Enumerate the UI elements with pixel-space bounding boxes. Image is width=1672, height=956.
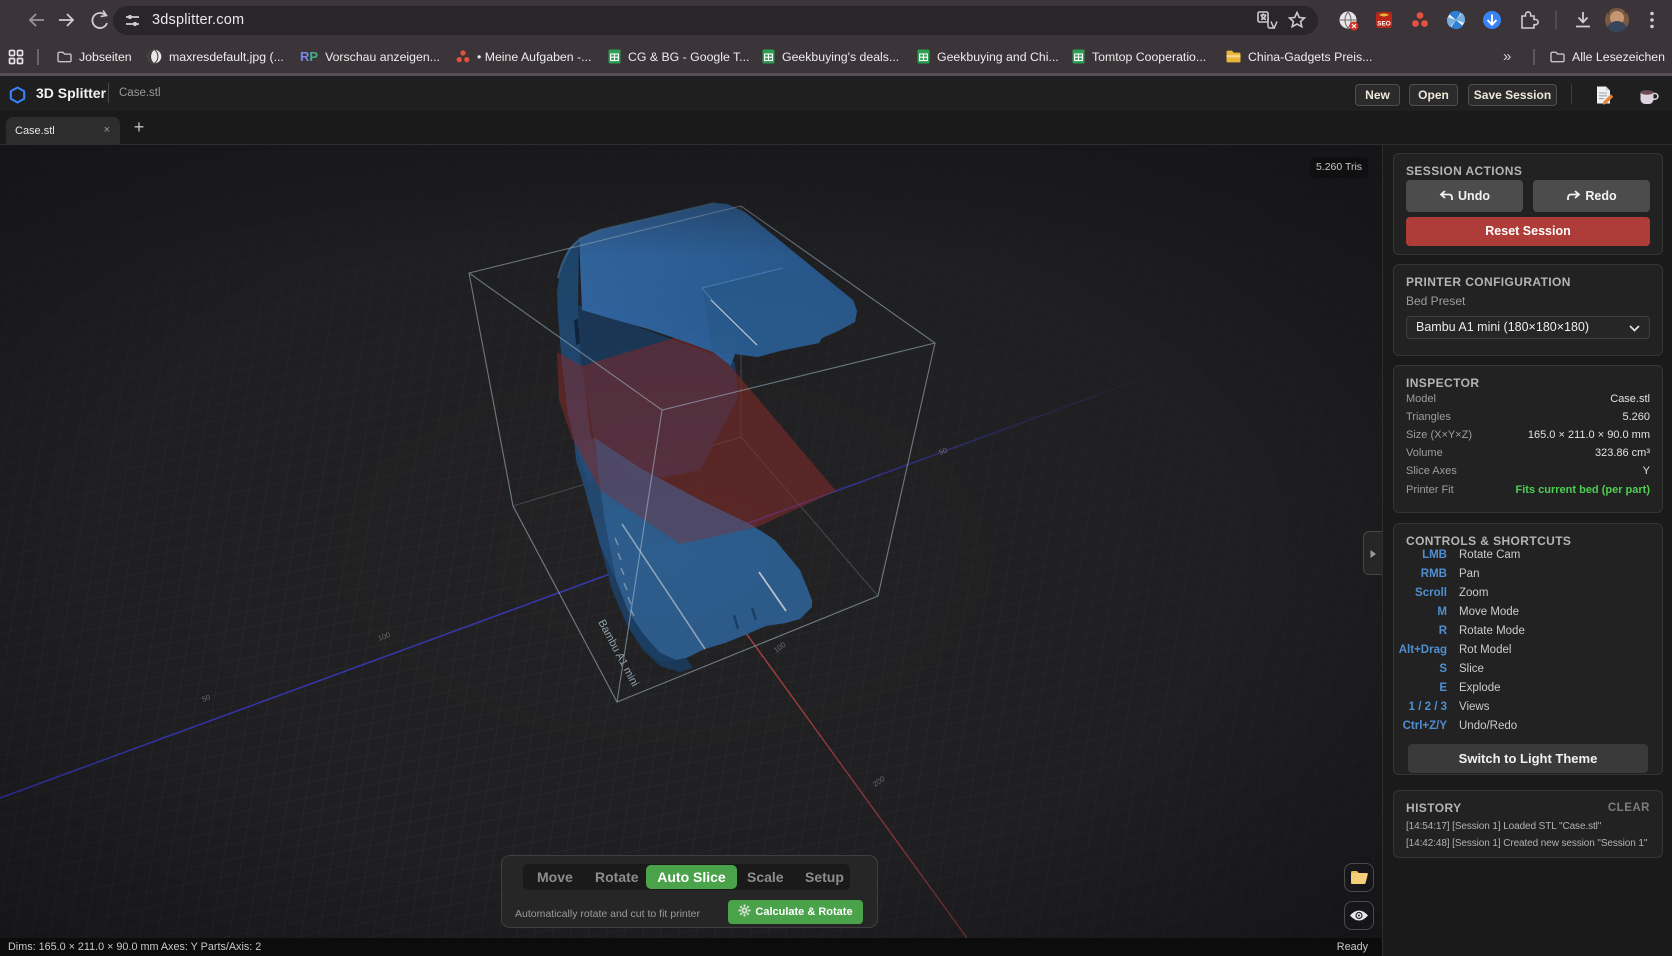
svg-text:SEO: SEO — [1377, 21, 1391, 28]
